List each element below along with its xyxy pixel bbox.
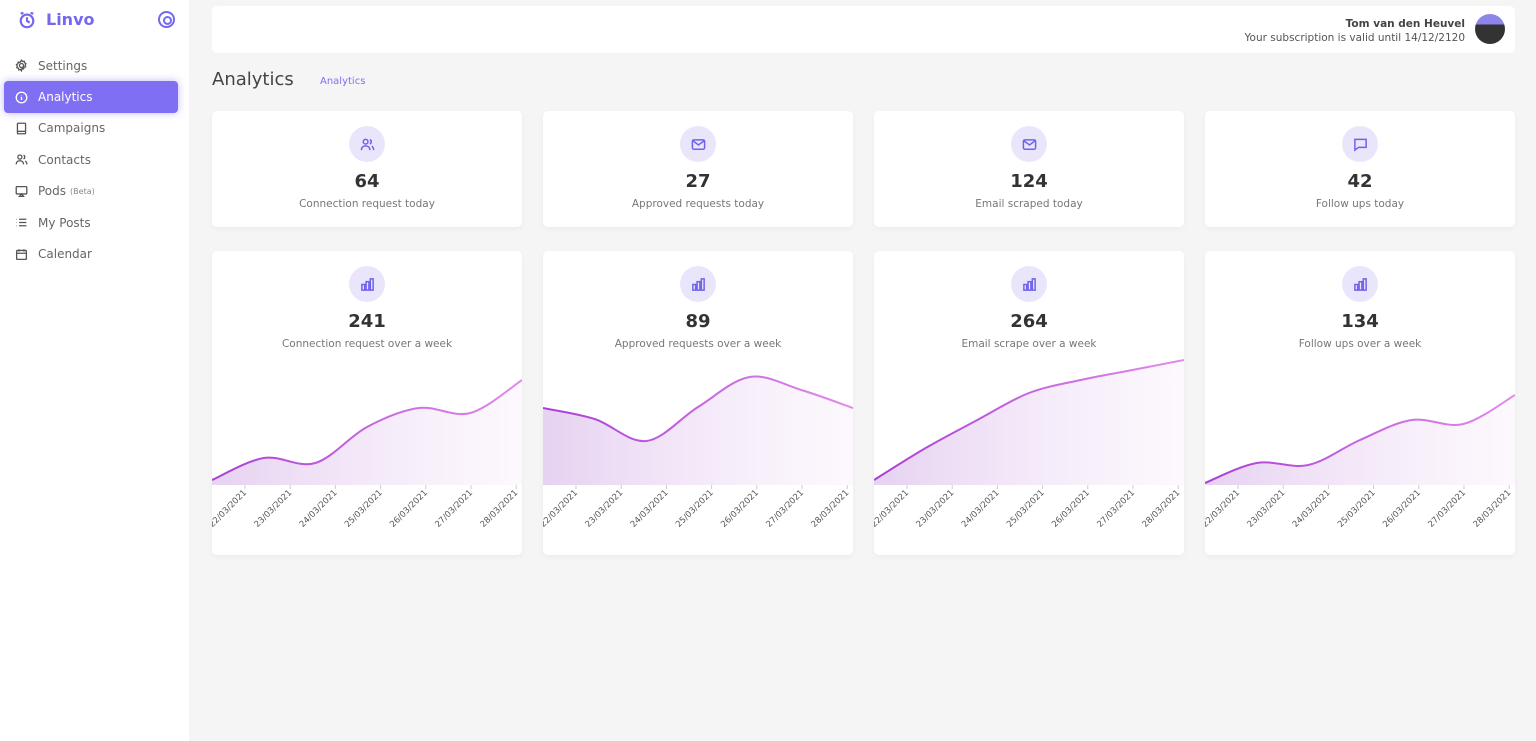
stats-card: 64 Connection request today (212, 111, 522, 227)
stats-value: 27 (685, 171, 711, 192)
x-tick-label: 26/03/2021 (1050, 488, 1092, 530)
area-chart: 22/03/2021 23/03/2021 24/03/2021 25/03/2021… (212, 379, 522, 530)
x-tick-label: 25/03/2021 (1336, 488, 1378, 530)
sidebar-item-analytics[interactable]: Analytics (4, 81, 178, 113)
gear-icon (15, 59, 27, 73)
sidebar-item-pods[interactable]: Pods (Beta) (4, 176, 178, 207)
x-tick-label: 27/03/2021 (764, 488, 806, 530)
x-tick-label: 23/03/2021 (915, 488, 957, 530)
subscription-status: Your subscription is valid until 14/12/2… (1244, 32, 1465, 44)
sidebar-item-contacts[interactable]: Contacts (4, 144, 178, 175)
weekly-card: 89 Approved requests over a week 22/03/2… (543, 251, 853, 555)
stats-label: Approved requests today (631, 198, 765, 210)
sidebar-item-my-posts[interactable]: My Posts (4, 207, 178, 238)
icon-badge (349, 126, 385, 162)
stats-card: 42 Follow ups today (1205, 111, 1515, 227)
x-tick-label: 28/03/2021 (479, 488, 521, 530)
x-tick-label: 24/03/2021 (960, 488, 1002, 530)
stats-label: Email scraped today (975, 198, 1083, 210)
area-chart: 22/03/2021 23/03/2021 24/03/2021 25/03/2021… (1205, 394, 1515, 530)
x-tick-label: 26/03/2021 (1381, 488, 1423, 530)
area-chart: 22/03/2021 23/03/2021 24/03/2021 25/03/2021… (543, 375, 853, 530)
x-tick-label: 25/03/2021 (674, 488, 716, 530)
beta-badge: (Beta) (70, 186, 95, 196)
x-tick-label: 28/03/2021 (1141, 488, 1183, 530)
user-info: Tom van den Heuvel Your subscription is … (1245, 17, 1465, 45)
mail-icon (1022, 138, 1036, 150)
area-chart: 22/03/2021 23/03/2021 24/03/2021 25/03/2021… (874, 359, 1184, 530)
avatar[interactable] (1475, 14, 1505, 44)
page-title: Analytics (212, 69, 294, 90)
breadcrumb[interactable]: Analytics (320, 76, 365, 87)
sidebar-item-settings[interactable]: Settings (4, 50, 178, 81)
app-name: Linvo (46, 10, 95, 29)
weekly-card: 264 Email scrape over a week 22/03/2021 2… (874, 251, 1184, 555)
icon-badge (1342, 126, 1378, 162)
sidebar-toggle-icon[interactable] (158, 11, 175, 28)
alarm-clock-icon (19, 11, 35, 28)
x-tick-label: 24/03/2021 (298, 488, 340, 530)
x-tick-label: 27/03/2021 (1095, 488, 1137, 530)
x-tick-label: 24/03/2021 (629, 488, 671, 530)
area-fill (874, 360, 1184, 485)
x-tick-label: 23/03/2021 (584, 488, 626, 530)
x-tick-label: 25/03/2021 (343, 488, 385, 530)
message-icon (1353, 138, 1367, 152)
top-header: Tom van den Heuvel Your subscription is … (212, 6, 1515, 53)
stats-value: 42 (1347, 171, 1373, 192)
x-tick-label: 26/03/2021 (388, 488, 430, 530)
weekly-card: 241 Connection request over a week 22/03… (212, 251, 522, 555)
sidebar-item-campaigns[interactable]: Campaigns (4, 113, 178, 144)
stats-label: Follow ups today (1315, 198, 1405, 210)
x-tick-label: 22/03/2021 (874, 488, 911, 530)
info-icon (15, 91, 28, 104)
x-tick-label: 24/03/2021 (1291, 488, 1333, 530)
sidebar-item-label: My Posts (38, 215, 91, 230)
x-tick-label: 23/03/2021 (1246, 488, 1288, 530)
stats-card: 27 Approved requests today (543, 111, 853, 227)
x-tick-label: 27/03/2021 (433, 488, 475, 530)
x-tick-label: 26/03/2021 (719, 488, 761, 530)
icon-badge (1011, 126, 1047, 162)
stats-value: 124 (1010, 171, 1048, 192)
monitor-icon (15, 185, 28, 197)
calendar-icon (15, 248, 28, 260)
stats-value: 64 (354, 171, 380, 192)
sidebar-item-label: Calendar (38, 247, 92, 262)
x-tick-label: 22/03/2021 (1205, 488, 1242, 530)
icon-badge (680, 126, 716, 162)
x-tick-label: 22/03/2021 (212, 488, 249, 530)
sidebar-item-calendar[interactable]: Calendar (4, 238, 178, 269)
sidebar-item-label: Campaigns (38, 121, 106, 136)
area-fill (543, 376, 853, 485)
sidebar-item-label: Pods (38, 184, 67, 199)
stats-card: 124 Email scraped today (874, 111, 1184, 227)
user-name: Tom van den Heuvel (1345, 18, 1465, 30)
mail-icon (691, 138, 705, 150)
weekly-card: 134 Follow ups over a week 22/03/2021 23/… (1205, 251, 1515, 555)
sidebar-item-label: Contacts (38, 152, 91, 167)
x-tick-label: 22/03/2021 (543, 488, 580, 530)
x-tick-label: 23/03/2021 (253, 488, 295, 530)
area-fill (212, 380, 522, 485)
sidebar-nav: Settings Analytics Campaigns Contacts Po… (4, 50, 178, 270)
users-icon (360, 138, 374, 150)
stats-label: Connection request today (299, 198, 435, 210)
list-icon (16, 218, 27, 227)
logo[interactable]: Linvo (18, 10, 95, 29)
sidebar-item-label: Settings (38, 58, 88, 73)
x-tick-label: 27/03/2021 (1426, 488, 1468, 530)
sidebar-item-label: Analytics (38, 90, 93, 105)
x-tick-label: 28/03/2021 (810, 488, 852, 530)
sidebar: Linvo Settings Analytics Campaigns Conta… (0, 0, 189, 741)
x-tick-label: 25/03/2021 (1005, 488, 1047, 530)
users-icon (15, 154, 28, 165)
x-tick-label: 28/03/2021 (1472, 488, 1514, 530)
book-icon (16, 122, 27, 135)
